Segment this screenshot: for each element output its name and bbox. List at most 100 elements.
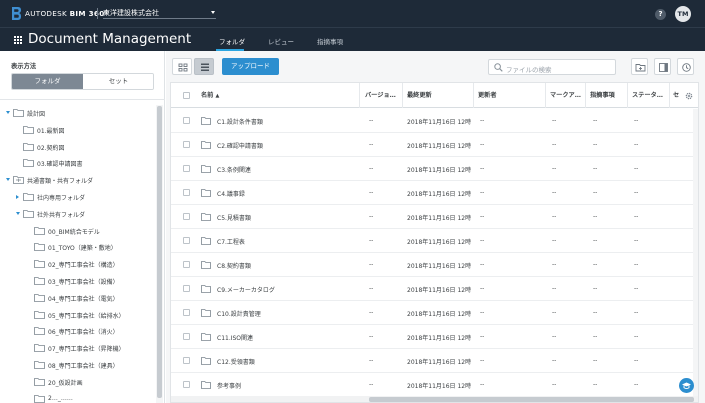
tree-item[interactable]: 08_専門工事会社（建具） — [0, 359, 156, 372]
cell-name[interactable]: C9.メーカーカタログ — [217, 285, 357, 294]
grid-view-button[interactable] — [172, 58, 192, 75]
account-selector[interactable]: 東洋建設株式会社 — [103, 6, 216, 19]
row-checkbox[interactable] — [183, 141, 190, 148]
tab-issues[interactable]: 指摘事項 — [317, 36, 343, 46]
tree-item[interactable]: 社外共有フォルダ — [0, 208, 156, 221]
row-checkbox[interactable] — [183, 285, 190, 292]
cell-name[interactable]: C10.設計責管理 — [217, 309, 357, 318]
table-vertical-scrollbar[interactable] — [693, 109, 698, 396]
sidebar-scroll-thumb[interactable] — [157, 106, 162, 398]
cell-name[interactable]: C4.議事録 — [217, 189, 357, 198]
table-row[interactable]: C7.工程表 -- 2018年11月16日 12時… -- -- -- -- — [171, 229, 698, 253]
help-chat-button[interactable] — [679, 378, 694, 393]
column-version[interactable]: バージョ… — [365, 83, 401, 108]
cell-markup: -- — [552, 333, 557, 340]
tree-item[interactable]: 共通書類・共有フォルダ — [0, 174, 156, 187]
activity-button[interactable] — [677, 58, 694, 75]
select-all-checkbox[interactable] — [183, 92, 190, 99]
help-icon[interactable]: ? — [655, 9, 666, 20]
cell-status: -- — [634, 357, 639, 364]
tree-item[interactable]: 06_専門工事会社（消火） — [0, 325, 156, 338]
tree-item[interactable]: 00_BIM統合モデル — [0, 225, 156, 238]
file-search[interactable]: ファイルの検索 — [488, 59, 616, 75]
table-row[interactable]: 参考事例 -- 2018年11月16日 12時… -- -- -- -- — [171, 373, 698, 397]
horizontal-scroll-thumb[interactable] — [369, 397, 694, 402]
app-grid-icon[interactable] — [14, 36, 22, 44]
tab-reviews[interactable]: レビュー — [268, 36, 294, 46]
folder-icon — [34, 226, 45, 235]
table-row[interactable]: C11.ISO関連 -- 2018年11月16日 12時… -- -- -- -- — [171, 325, 698, 349]
tree-item-label: 02.契約図 — [37, 144, 65, 152]
row-checkbox[interactable] — [183, 237, 190, 244]
cell-name[interactable]: C12.受領書類 — [217, 357, 357, 366]
tree-item[interactable]: 20_仮設計画 — [0, 376, 156, 389]
tree-item[interactable]: 04_専門工事会社（電気） — [0, 292, 156, 305]
tree-item[interactable]: 03_専門工事会社（設備） — [0, 275, 156, 288]
upload-button[interactable]: アップロード — [222, 58, 279, 75]
cell-name[interactable]: C7.工程表 — [217, 237, 357, 246]
column-updated-by[interactable]: 更新者 — [478, 83, 538, 108]
cell-name[interactable]: C3.条例関連 — [217, 165, 357, 174]
cell-status: -- — [634, 189, 639, 196]
set-mode-button[interactable]: セット — [83, 74, 153, 89]
folder-icon — [13, 109, 24, 117]
cell-name[interactable]: C2.確認申請書類 — [217, 141, 357, 150]
table-row[interactable]: C12.受領書類 -- 2018年11月16日 12時… -- -- -- -- — [171, 349, 698, 373]
new-folder-button[interactable] — [631, 58, 648, 75]
user-avatar[interactable]: TM — [675, 6, 691, 22]
cell-name[interactable]: C11.ISO関連 — [217, 333, 357, 342]
column-last-updated[interactable]: 最終更新 — [407, 83, 467, 108]
cell-last-updated: 2018年11月16日 12時… — [407, 119, 471, 126]
tree-item[interactable]: 01_TOYO（建築・敷地） — [0, 241, 156, 254]
table-row[interactable]: C9.メーカーカタログ -- 2018年11月16日 12時… -- -- -- -- — [171, 277, 698, 301]
row-checkbox[interactable] — [183, 381, 190, 388]
tree-item[interactable]: 03.確認申請図書 — [0, 157, 156, 170]
table-row[interactable]: C10.設計責管理 -- 2018年11月16日 12時… -- -- -- -- — [171, 301, 698, 325]
tree-item[interactable]: 設計図 — [0, 107, 156, 120]
table-row[interactable]: C2.確認申請書類 -- 2018年11月16日 12時… -- -- -- -- — [171, 133, 698, 157]
column-name[interactable]: 名前 ▲ — [201, 83, 351, 108]
cell-name[interactable]: C8.契約書類 — [217, 261, 357, 270]
table-row[interactable]: C1.設計条件書類 -- 2018年11月16日 12時… -- -- -- -- — [171, 109, 698, 133]
folder-icon — [201, 117, 211, 125]
cell-name[interactable]: C5.見積書類 — [217, 213, 357, 222]
row-checkbox[interactable] — [183, 165, 190, 172]
column-issues[interactable]: 指摘事項 — [590, 83, 626, 108]
folder-mode-button[interactable]: フォルダ — [12, 74, 83, 89]
table-row[interactable]: C5.見積書類 -- 2018年11月16日 12時… -- -- -- -- — [171, 205, 698, 229]
table-row[interactable]: C3.条例関連 -- 2018年11月16日 12時… -- -- -- -- — [171, 157, 698, 181]
table-row[interactable]: C4.議事録 -- 2018年11月16日 12時… -- -- -- -- — [171, 181, 698, 205]
folder-icon — [201, 141, 211, 149]
tree-item[interactable]: 2…_…… — [0, 393, 156, 403]
cell-name[interactable]: 参考事例 — [217, 381, 357, 390]
expand-caret-icon[interactable] — [6, 111, 10, 114]
row-checkbox[interactable] — [183, 117, 190, 124]
tree-item[interactable]: 05_専門工事会社（給排水） — [0, 309, 156, 322]
cell-version: -- — [369, 333, 374, 340]
autodesk-logo-icon[interactable] — [12, 7, 21, 20]
column-markup[interactable]: マークア… — [550, 83, 584, 108]
row-checkbox[interactable] — [183, 213, 190, 220]
tree-item[interactable]: 02_専門工事会社（構造） — [0, 258, 156, 271]
expand-caret-icon[interactable] — [6, 178, 10, 182]
panel-toggle-button[interactable] — [654, 58, 671, 75]
tree-item[interactable]: 01.最新図 — [0, 124, 156, 137]
row-checkbox[interactable] — [183, 261, 190, 268]
brand-product: BIM 360 — [69, 9, 105, 18]
expand-caret-icon[interactable] — [16, 211, 20, 215]
cell-name[interactable]: C1.設計条件書類 — [217, 117, 357, 126]
gear-icon[interactable] — [684, 91, 694, 101]
tab-folders[interactable]: フォルダ — [219, 36, 245, 46]
tree-item[interactable]: 02.契約図 — [0, 141, 156, 154]
collapse-caret-icon[interactable] — [16, 195, 19, 199]
table-row[interactable]: C8.契約書類 -- 2018年11月16日 12時… -- -- -- -- — [171, 253, 698, 277]
row-checkbox[interactable] — [183, 189, 190, 196]
column-set[interactable]: セ — [673, 83, 681, 108]
row-checkbox[interactable] — [183, 357, 190, 364]
column-status[interactable]: ステータ… — [632, 83, 666, 108]
tree-item[interactable]: 社内専用フォルダ — [0, 191, 156, 204]
row-checkbox[interactable] — [183, 309, 190, 316]
list-view-button[interactable] — [194, 58, 214, 75]
row-checkbox[interactable] — [183, 333, 190, 340]
tree-item[interactable]: 07_専門工事会社（昇降機） — [0, 342, 156, 355]
